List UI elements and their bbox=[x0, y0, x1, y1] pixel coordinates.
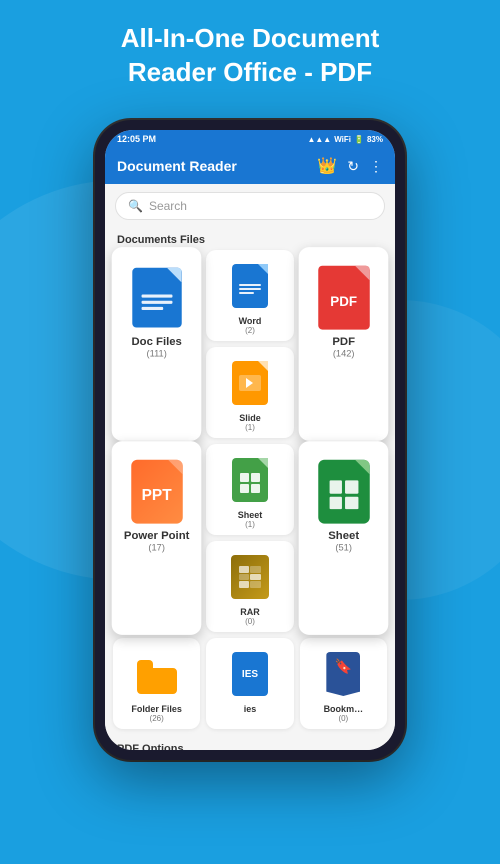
folder-label: Folder Files bbox=[131, 704, 182, 714]
app-header-title: Document Reader bbox=[117, 158, 237, 174]
doc-files-label: Doc Files bbox=[131, 336, 181, 348]
phone-mockup: 12:05 PM ▲▲▲ WiFi 🔋 83% Document Reader … bbox=[95, 120, 405, 760]
ppt-icon-wrapper: PPT bbox=[126, 458, 188, 526]
signal-icon: ▲▲▲ bbox=[307, 135, 331, 144]
folder-icon-wrapper bbox=[135, 648, 179, 700]
battery-icon: 🔋 bbox=[354, 135, 364, 144]
status-icons: ▲▲▲ WiFi 🔋 83% bbox=[307, 135, 383, 144]
pdf-card[interactable]: PDF PDF (142) bbox=[298, 247, 388, 441]
sheet-small-count: (1) bbox=[245, 520, 255, 529]
rar-card[interactable]: RAR (0) bbox=[206, 541, 293, 632]
folder-count: (26) bbox=[150, 714, 164, 723]
sheet-large-card[interactable]: Sheet (51) bbox=[298, 441, 388, 635]
ies-card[interactable]: IES ies bbox=[206, 638, 293, 729]
sheet-small-card[interactable]: Sheet (1) bbox=[206, 444, 293, 535]
wifi-icon: WiFi bbox=[334, 135, 351, 144]
doc-files-icon-wrapper bbox=[126, 264, 188, 332]
pdf-count: (142) bbox=[332, 348, 354, 358]
battery-percent: 83% bbox=[367, 135, 383, 144]
refresh-icon[interactable]: ↻ bbox=[347, 158, 359, 175]
bookmark-card[interactable]: 🔖 Bookm… (0) bbox=[300, 638, 387, 729]
slide-label: Slide bbox=[239, 413, 261, 423]
sheet-small-icon-wrapper bbox=[228, 454, 272, 506]
header-icons: 👑 ↻ ⋮ bbox=[317, 156, 383, 176]
word-label: Word bbox=[239, 316, 262, 326]
word-icon-wrapper bbox=[228, 260, 272, 312]
search-icon: 🔍 bbox=[128, 199, 143, 213]
app-header: Document Reader 👑 ↻ ⋮ bbox=[105, 148, 395, 184]
slide-icon-wrapper bbox=[228, 357, 272, 409]
rar-icon-wrapper bbox=[228, 551, 272, 603]
app-title: All-In-One Document Reader Office - PDF bbox=[0, 0, 500, 108]
rar-label: RAR bbox=[240, 607, 260, 617]
word-card[interactable]: Word (2) bbox=[206, 250, 293, 341]
sheet-large-icon-wrapper bbox=[312, 458, 374, 526]
phone-frame: 12:05 PM ▲▲▲ WiFi 🔋 83% Document Reader … bbox=[95, 120, 405, 760]
slide-card[interactable]: Slide (1) bbox=[206, 347, 293, 438]
status-bar: 12:05 PM ▲▲▲ WiFi 🔋 83% bbox=[105, 130, 395, 148]
more-icon[interactable]: ⋮ bbox=[369, 158, 383, 175]
sheet-large-count: (51) bbox=[335, 542, 351, 552]
powerpoint-card[interactable]: PPT Power Point (17) bbox=[112, 441, 202, 635]
ies-icon-wrapper: IES bbox=[228, 648, 272, 700]
bookmark-count: (0) bbox=[338, 714, 348, 723]
slide-count: (1) bbox=[245, 423, 255, 432]
bookmark-icon-wrapper: 🔖 bbox=[321, 648, 365, 700]
status-time: 12:05 PM bbox=[117, 134, 156, 144]
phone-screen: 12:05 PM ▲▲▲ WiFi 🔋 83% Document Reader … bbox=[105, 130, 395, 750]
rar-count: (0) bbox=[245, 617, 255, 626]
pdf-options-header: PDF Options bbox=[105, 737, 395, 750]
folder-card[interactable]: Folder Files (26) bbox=[113, 638, 200, 729]
pdf-label: PDF bbox=[332, 336, 355, 348]
search-bar[interactable]: 🔍 Search bbox=[115, 192, 385, 220]
word-count: (2) bbox=[245, 326, 255, 335]
sheet-large-label: Sheet bbox=[328, 530, 359, 542]
pdf-icon-wrapper: PDF bbox=[312, 264, 374, 332]
doc-files-card[interactable]: Doc Files (111) bbox=[112, 247, 202, 441]
bookmark-label: Bookm… bbox=[324, 704, 364, 714]
search-placeholder: Search bbox=[149, 199, 187, 213]
file-grid: Doc Files (111) bbox=[105, 250, 395, 729]
ies-label: ies bbox=[244, 704, 257, 714]
scroll-content: Documents Files bbox=[105, 228, 395, 750]
doc-files-count: (111) bbox=[147, 348, 167, 358]
sheet-small-label: Sheet bbox=[238, 510, 263, 520]
ppt-count: (17) bbox=[148, 542, 164, 552]
ppt-label: Power Point bbox=[124, 530, 189, 542]
pdf-options-section: PDF Options 🖼️ Image to bbox=[105, 729, 395, 750]
crown-icon[interactable]: 👑 bbox=[317, 156, 337, 176]
